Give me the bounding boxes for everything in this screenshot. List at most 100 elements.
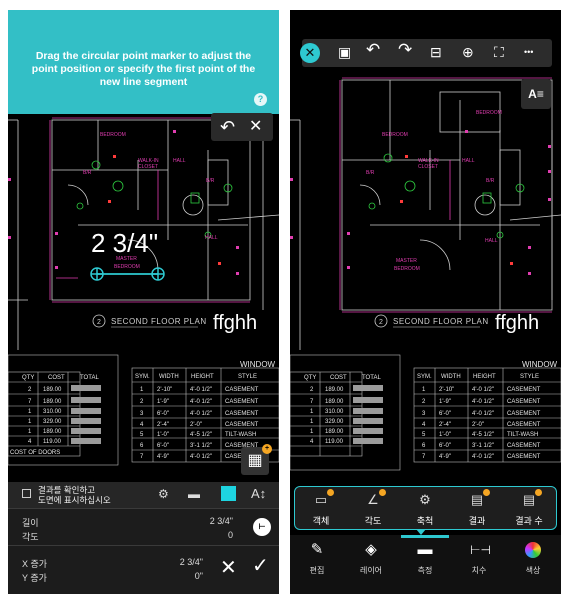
svg-text:4: 4 — [140, 422, 144, 428]
svg-text:2: 2 — [140, 399, 144, 405]
tab-layer[interactable]: ◈ 레이어 — [344, 535, 398, 594]
top-toolbar: ✕ ▣ ↶ ↷ ⊟ ⊕ ⛶ ••• — [300, 39, 552, 67]
svg-text:CASEMENT: CASEMENT — [507, 422, 541, 428]
left-screen: BEDROOM WALK-IN CLOSET HALL B/R B/R HALL… — [8, 10, 279, 594]
svg-text:189.00: 189.00 — [325, 429, 344, 435]
calculator-button[interactable]: ▦ + — [241, 444, 272, 475]
sub-item-object[interactable]: ▭ 객체 — [295, 487, 347, 531]
room-label-closet: CLOSET — [138, 164, 158, 170]
table-cost-5: 189.00 — [43, 429, 62, 435]
tab-measure[interactable]: ▬ 측정 — [398, 535, 452, 594]
undo-icon[interactable]: ↶ — [366, 41, 380, 58]
svg-text:2'-10": 2'-10" — [439, 387, 454, 393]
close-icon[interactable]: ✕ — [249, 116, 262, 138]
sub-item-angle[interactable]: ∠ 각도 — [347, 487, 399, 531]
svg-text:CASEMENT: CASEMENT — [225, 411, 259, 417]
text-style-icon[interactable]: A↕ — [251, 486, 266, 501]
plan-number-r: 2 — [379, 319, 383, 326]
cancel-button[interactable]: ✕ — [220, 555, 237, 580]
svg-text:4'-0 1/2": 4'-0 1/2" — [190, 387, 212, 393]
zoom-icon[interactable]: ⊕ — [462, 44, 474, 60]
redo-icon[interactable]: ↷ — [398, 41, 412, 58]
table-cost-6: 119.00 — [43, 439, 62, 445]
color-swatch[interactable] — [221, 486, 236, 501]
ruler-icon[interactable]: ▬ — [188, 487, 200, 501]
room-label-hall-r2: HALL — [485, 238, 498, 244]
table-qty-6: 4 — [28, 439, 32, 445]
room-label-master-bedroom: BEDROOM — [114, 264, 140, 270]
plan-title: SECOND FLOOR PLAN — [111, 317, 207, 326]
room-label-bath-r2: B/R — [486, 178, 495, 184]
text-style-button[interactable]: A≡ — [521, 79, 551, 109]
fit-screen-icon[interactable]: ⛶ — [494, 44, 504, 60]
svg-text:2'-0": 2'-0" — [190, 422, 202, 428]
svg-text:HEIGHT: HEIGHT — [473, 374, 496, 380]
text-annotation[interactable]: ffghh — [213, 312, 257, 335]
show-result-label: 결과를 확인하고 도면에 표시하십시오 — [38, 485, 111, 505]
measure-sub-toolbar: ▭ 객체 ∠ 각도 ⚙ 축척 ▤ 결과 ▤ 결과 수 — [294, 486, 557, 530]
window-header-width: WIDTH — [159, 374, 179, 380]
scale-tool-icon[interactable]: ⚙ — [158, 487, 169, 501]
svg-text:TOTAL: TOTAL — [362, 375, 381, 381]
active-tab-indicator — [401, 535, 449, 538]
dimension-icon: ⊢⊣ — [470, 543, 491, 557]
close-icon[interactable]: ✕ — [300, 43, 320, 63]
more-icon[interactable]: ••• — [524, 44, 533, 60]
scan-icon[interactable]: ⊟ — [430, 44, 442, 60]
tab-dimension[interactable]: ⊢⊣ 치수 — [452, 535, 506, 594]
x-increment-label: X 증가 — [22, 559, 48, 569]
room-label-closet-r: CLOSET — [418, 164, 438, 170]
svg-text:1: 1 — [310, 419, 314, 425]
color-wheel-icon — [525, 542, 541, 558]
room-label-master-r: MASTER — [396, 258, 417, 264]
svg-text:1'-9": 1'-9" — [157, 399, 169, 405]
undo-icon[interactable]: ↶ — [220, 116, 235, 138]
svg-text:3'-1 1/2": 3'-1 1/2" — [472, 443, 494, 449]
svg-text:2'-4": 2'-4" — [157, 422, 169, 428]
sub-item-result-count[interactable]: ▤ 결과 수 — [503, 487, 555, 531]
help-icon[interactable]: ? — [254, 93, 267, 106]
table-qty-2: 7 — [28, 399, 32, 405]
svg-text:4'-0 1/2": 4'-0 1/2" — [472, 454, 494, 460]
instruction-text: Drag the circular point marker to adjust… — [31, 50, 256, 88]
scale-icon: ⚙ — [419, 492, 431, 507]
room-label-hall-r: HALL — [462, 158, 475, 164]
text-annotation-r[interactable]: ffghh — [495, 312, 539, 335]
table-cost-1: 189.00 — [43, 387, 62, 393]
svg-text:1'-0": 1'-0" — [439, 432, 451, 438]
svg-text:1'-0": 1'-0" — [157, 432, 169, 438]
new-badge — [483, 489, 490, 496]
svg-text:CASEMENT: CASEMENT — [225, 387, 259, 393]
room-label-hall-2: HALL — [205, 235, 218, 241]
svg-text:3'-1 1/2": 3'-1 1/2" — [190, 443, 212, 449]
svg-text:6: 6 — [140, 443, 144, 449]
svg-text:4'-0 1/2": 4'-0 1/2" — [472, 411, 494, 417]
angle-snap-icon[interactable]: ⊢ — [253, 518, 271, 536]
window-table-r: SYM. WIDTH HEIGHT STYLE 1 2'-10" 4'-0 1/… — [417, 374, 541, 460]
room-label-master-bedroom-r: BEDROOM — [394, 266, 420, 272]
svg-text:CASEMENT: CASEMENT — [507, 387, 541, 393]
svg-text:CASEMENT: CASEMENT — [225, 422, 259, 428]
measurement-label[interactable]: 2 3/4" — [91, 228, 158, 259]
new-badge — [327, 489, 334, 496]
svg-text:5: 5 — [422, 432, 426, 438]
table-qty-5: 1 — [28, 429, 32, 435]
save-icon[interactable]: ▣ — [338, 44, 351, 60]
table-qty-4: 1 — [28, 419, 32, 425]
tab-edit[interactable]: ✎ 편집 — [290, 535, 344, 594]
sub-item-result[interactable]: ▤ 결과 — [451, 487, 503, 531]
table-header-total: TOTAL — [80, 375, 99, 381]
svg-text:1: 1 — [310, 409, 314, 415]
svg-text:CASEMENT: CASEMENT — [507, 454, 541, 460]
confirm-button[interactable]: ✓ — [252, 553, 269, 578]
svg-text:6'-0": 6'-0" — [157, 443, 169, 449]
svg-text:6: 6 — [422, 443, 426, 449]
room-label-bath-2: B/R — [206, 178, 215, 184]
show-result-checkbox[interactable] — [22, 489, 31, 498]
y-increment-value: 0" — [194, 571, 203, 581]
table-cost-4: 329.00 — [43, 419, 62, 425]
angle-label: 각도 — [22, 532, 39, 542]
svg-text:1: 1 — [422, 387, 426, 393]
tab-color[interactable]: 색상 — [506, 535, 560, 594]
sub-item-scale[interactable]: ⚙ 축척 — [399, 487, 451, 531]
